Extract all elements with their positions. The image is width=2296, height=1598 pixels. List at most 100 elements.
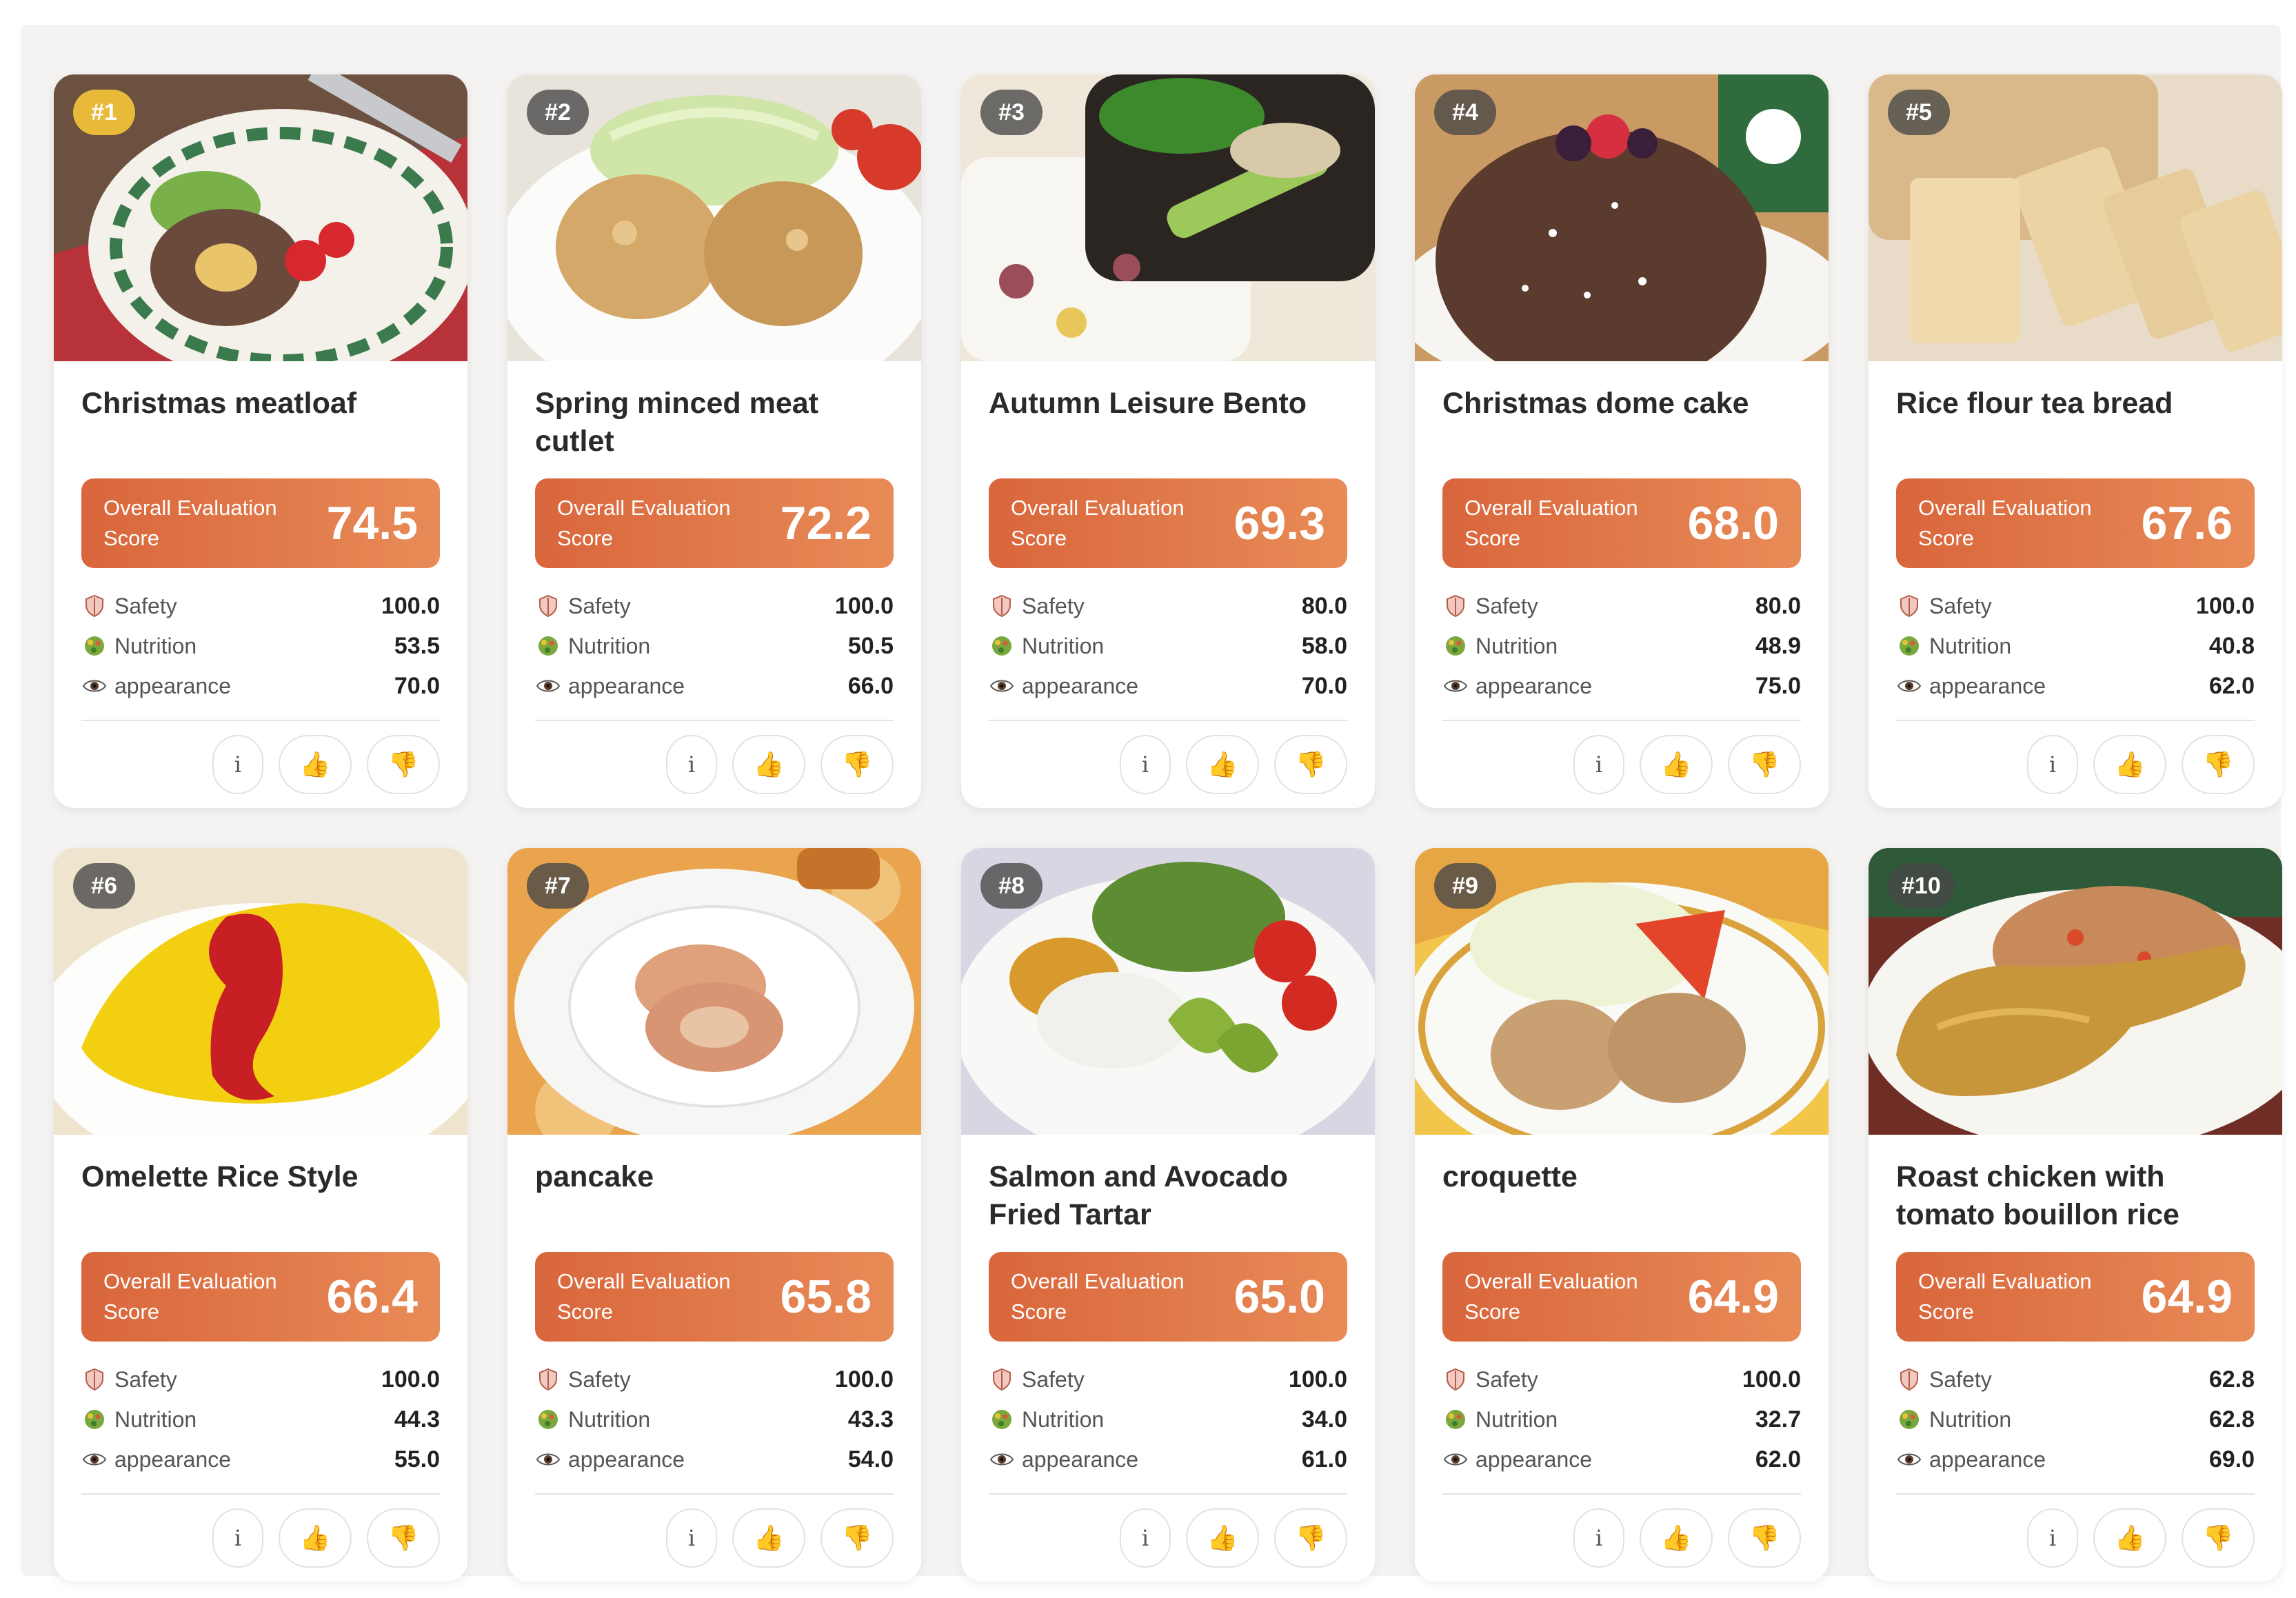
metric-appearance: appearance 70.0: [81, 666, 440, 706]
info-button[interactable]: i: [2027, 735, 2078, 794]
like-button[interactable]: 👍: [1640, 735, 1713, 794]
like-button[interactable]: 👍: [1640, 1508, 1713, 1568]
metric-value-safety: 100.0: [1288, 1366, 1347, 1393]
eye-icon: [989, 1446, 1015, 1473]
metric-value-nutrition: 58.0: [1301, 632, 1347, 659]
overall-score-label: Overall Evaluation Score: [103, 1269, 277, 1324]
recipe-card[interactable]: #1 Christmas meatloaf Overall Evaluation…: [54, 74, 467, 808]
like-button[interactable]: 👍: [1186, 735, 1259, 794]
info-button[interactable]: i: [1120, 735, 1171, 794]
metric-appearance: appearance 61.0: [989, 1439, 1347, 1479]
metric-name-nutrition: Nutrition: [1476, 1406, 1558, 1432]
metric-value-appearance: 54.0: [847, 1446, 894, 1473]
recipe-card[interactable]: #9 croquette Overall Evaluation Score 64…: [1415, 848, 1829, 1581]
eye-icon: [81, 673, 108, 699]
overall-score-value: 64.9: [2141, 1271, 2233, 1323]
like-button[interactable]: 👍: [732, 735, 805, 794]
recipe-title: pancake: [535, 1160, 654, 1193]
like-button[interactable]: 👍: [1186, 1508, 1259, 1568]
dislike-button[interactable]: 👎: [367, 1508, 440, 1568]
dislike-button[interactable]: 👎: [2182, 735, 2255, 794]
recipe-card[interactable]: #10 Roast chicken with tomato bouillon r…: [1869, 848, 2282, 1581]
metric-value-appearance: 70.0: [1301, 672, 1347, 699]
metric-name-safety: Safety: [1022, 1366, 1085, 1392]
dislike-button[interactable]: 👎: [1728, 735, 1801, 794]
info-button[interactable]: i: [1573, 1508, 1624, 1568]
like-button[interactable]: 👍: [2093, 1508, 2166, 1568]
divider: [535, 720, 894, 721]
thumbs-down-icon: 👎: [387, 1524, 419, 1552]
shield-icon: [535, 1366, 561, 1393]
shield-icon: [535, 593, 561, 619]
recipe-card[interactable]: #2 Spring minced meat cutlet Overall Eva…: [507, 74, 921, 808]
info-icon: i: [687, 751, 696, 778]
like-button[interactable]: 👍: [279, 735, 352, 794]
info-button[interactable]: i: [1573, 735, 1624, 794]
info-icon: i: [2048, 1525, 2057, 1551]
metric-name-nutrition: Nutrition: [114, 1406, 197, 1432]
rank-badge: #9: [1434, 863, 1496, 909]
metric-name-appearance: appearance: [568, 673, 685, 698]
info-button[interactable]: i: [666, 1508, 717, 1568]
recipe-card[interactable]: #3 Autumn Leisure Bento Overall Evaluati…: [961, 74, 1375, 808]
overall-score-label: Overall Evaluation Score: [1918, 496, 2092, 550]
overall-score-box: Overall Evaluation Score 65.8: [535, 1252, 894, 1342]
like-button[interactable]: 👍: [732, 1508, 805, 1568]
dislike-button[interactable]: 👎: [1274, 735, 1347, 794]
info-button[interactable]: i: [666, 735, 717, 794]
info-button[interactable]: i: [212, 735, 263, 794]
metric-name-nutrition: Nutrition: [568, 1406, 651, 1432]
metric-safety: Safety 100.0: [1896, 586, 2255, 626]
dislike-button[interactable]: 👎: [820, 735, 894, 794]
rank-badge: #3: [980, 90, 1043, 135]
recipe-card[interactable]: #6 Omelette Rice Style Overall Evaluatio…: [54, 848, 467, 1581]
metric-name-safety: Safety: [1929, 1366, 1992, 1392]
thumbs-down-icon: 👎: [1295, 750, 1327, 778]
recipe-card[interactable]: #4 Christmas dome cake Overall Evaluatio…: [1415, 74, 1829, 808]
metric-appearance: appearance 75.0: [1442, 666, 1801, 706]
nutrition-ball-icon: [1442, 1406, 1469, 1433]
overall-score-value: 68.0: [1687, 497, 1779, 549]
info-icon: i: [234, 1525, 242, 1551]
metric-nutrition: Nutrition 58.0: [989, 626, 1347, 666]
overall-score-label: Overall Evaluation Score: [1011, 1269, 1185, 1324]
metric-value-nutrition: 44.3: [394, 1406, 440, 1433]
recipe-card[interactable]: #8 Salmon and Avocado Fried Tartar Overa…: [961, 848, 1375, 1581]
info-button[interactable]: i: [212, 1508, 263, 1568]
overall-score-box: Overall Evaluation Score 64.9: [1896, 1252, 2255, 1342]
metric-nutrition: Nutrition 34.0: [989, 1399, 1347, 1439]
metric-value-nutrition: 50.5: [847, 632, 894, 659]
divider: [1442, 720, 1801, 721]
dislike-button[interactable]: 👎: [1728, 1508, 1801, 1568]
info-icon: i: [687, 1525, 696, 1551]
metric-value-safety: 100.0: [834, 1366, 894, 1393]
metric-value-appearance: 62.0: [1755, 1446, 1801, 1473]
nutrition-ball-icon: [1442, 633, 1469, 659]
info-button[interactable]: i: [2027, 1508, 2078, 1568]
card-actions: i 👍 👎: [1896, 1508, 2255, 1568]
dislike-button[interactable]: 👎: [820, 1508, 894, 1568]
like-button[interactable]: 👍: [279, 1508, 352, 1568]
metric-name-safety: Safety: [114, 1366, 177, 1392]
shield-icon: [1442, 1366, 1469, 1393]
dislike-button[interactable]: 👎: [2182, 1508, 2255, 1568]
metric-name-nutrition: Nutrition: [568, 633, 651, 658]
rank-badge: #8: [980, 863, 1043, 909]
metric-value-appearance: 62.0: [2208, 672, 2255, 699]
dislike-button[interactable]: 👎: [1274, 1508, 1347, 1568]
recipe-card[interactable]: #5 Rice flour tea bread Overall Evaluati…: [1869, 74, 2282, 808]
metric-value-appearance: 70.0: [394, 672, 440, 699]
thumbs-down-icon: 👎: [1749, 750, 1780, 778]
recipe-card[interactable]: #7 pancake Overall Evaluation Score 65.8…: [507, 848, 921, 1581]
metric-name-safety: Safety: [568, 1366, 631, 1392]
info-icon: i: [1141, 751, 1149, 778]
info-button[interactable]: i: [1120, 1508, 1171, 1568]
metric-value-safety: 100.0: [2195, 592, 2255, 619]
metric-name-nutrition: Nutrition: [1929, 1406, 2012, 1432]
info-icon: i: [2048, 751, 2057, 778]
info-icon: i: [1595, 751, 1603, 778]
like-button[interactable]: 👍: [2093, 735, 2166, 794]
thumbs-up-icon: 👍: [1660, 750, 1692, 778]
dislike-button[interactable]: 👎: [367, 735, 440, 794]
metric-name-appearance: appearance: [1929, 1446, 2046, 1472]
